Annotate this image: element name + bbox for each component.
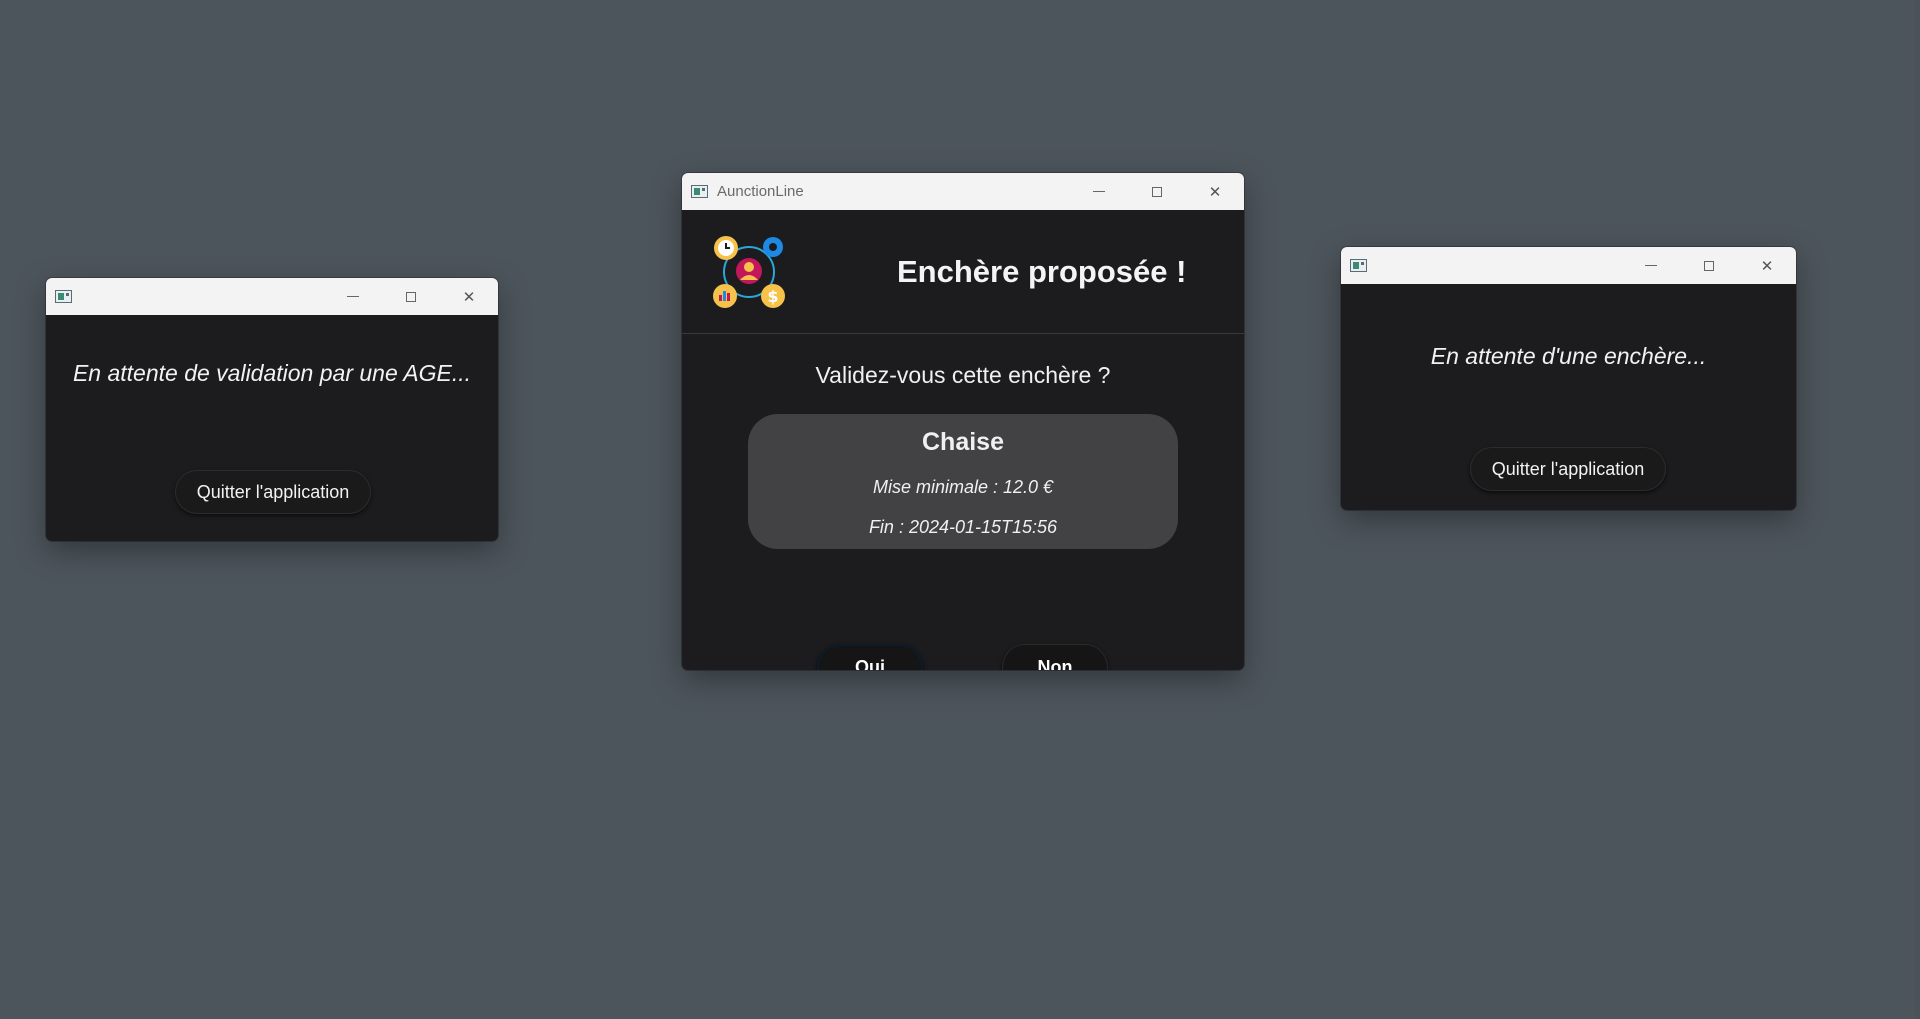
waiting-validation-window: ✕ En attente de validation par une AGE..…: [46, 278, 498, 541]
svg-text:$: $: [767, 287, 778, 306]
app-icon: [1350, 259, 1367, 272]
maximize-button[interactable]: [1680, 247, 1738, 284]
minimize-icon: [1645, 265, 1657, 266]
close-icon: ✕: [462, 287, 476, 306]
page-title: Enchère proposée !: [897, 254, 1187, 289]
close-button[interactable]: ✕: [440, 278, 498, 315]
validation-question: Validez-vous cette enchère ?: [815, 362, 1111, 388]
header: $ Enchère proposée !: [682, 210, 1244, 334]
quit-button[interactable]: Quitter l'application: [1470, 447, 1666, 491]
maximize-icon: [1704, 260, 1714, 271]
minimize-icon: [347, 296, 359, 297]
maximize-button[interactable]: [1128, 173, 1186, 210]
auction-item-card: Chaise Mise minimale : 12.0 € Fin : 2024…: [748, 414, 1178, 549]
yes-button[interactable]: Oui: [817, 644, 923, 670]
status-message: En attente de validation par une AGE...: [72, 360, 472, 386]
close-button[interactable]: ✕: [1738, 247, 1796, 284]
status-message: En attente d'une enchère...: [1430, 343, 1707, 369]
title-bar[interactable]: AunctionLine ✕: [682, 173, 1244, 210]
app-icon: [55, 290, 72, 303]
close-icon: ✕: [1760, 256, 1774, 275]
minimize-button[interactable]: [324, 278, 382, 315]
auction-proposal-window: AunctionLine ✕ $ Enchère proposée ! Vali…: [682, 173, 1244, 670]
maximize-button[interactable]: [382, 278, 440, 315]
title-bar[interactable]: ✕: [1341, 247, 1796, 284]
auction-people-icon: $: [713, 236, 785, 308]
app-icon: [691, 185, 708, 198]
minimize-button[interactable]: [1622, 247, 1680, 284]
waiting-auction-window: ✕ En attente d'une enchère... Quitter l'…: [1341, 247, 1796, 510]
no-button[interactable]: Non: [1002, 644, 1108, 670]
item-min-bid: Mise minimale : 12.0 €: [872, 477, 1054, 497]
item-end-date: Fin : 2024-01-15T15:56: [868, 517, 1058, 537]
item-name: Chaise: [922, 428, 1004, 456]
quit-button[interactable]: Quitter l'application: [175, 470, 371, 514]
maximize-icon: [406, 291, 416, 302]
minimize-icon: [1093, 191, 1105, 192]
close-button[interactable]: ✕: [1186, 173, 1244, 210]
scrollbar[interactable]: [1915, 0, 1920, 1019]
close-icon: ✕: [1208, 182, 1222, 201]
maximize-icon: [1152, 186, 1162, 197]
minimize-button[interactable]: [1070, 173, 1128, 210]
window-title: AunctionLine: [717, 183, 804, 200]
title-bar[interactable]: ✕: [46, 278, 498, 315]
